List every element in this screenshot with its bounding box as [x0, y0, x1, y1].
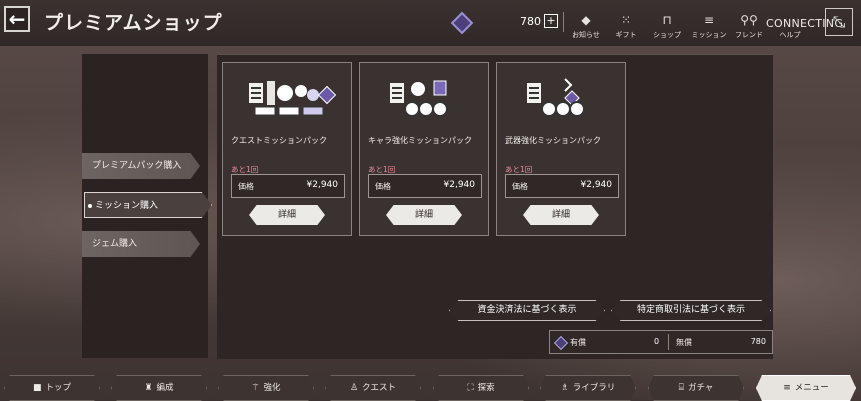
product-name: 武器強化ミッションパック [505, 136, 601, 145]
nav-help-label: ヘルプ [779, 31, 801, 39]
quest-icon: ♙ [349, 383, 359, 393]
quest-pack-image [249, 81, 337, 116]
bottom-nav-quest[interactable]: ♙ クエスト [325, 375, 421, 401]
friend-icon: ⚲⚲ [740, 13, 758, 27]
details-button[interactable]: 詳細 [386, 205, 462, 225]
price-label: 価格 [375, 182, 391, 191]
bottom-nav: ■ トップ ♜ 編成 ⚚ 強化 ♙ クエスト ⛶ 探索 ♗ ライブラリ ⌸ ガチャ ≡ メニュー [0, 371, 861, 401]
gacha-icon: ⌸ [678, 383, 684, 393]
bottom-nav-explore[interactable]: ⛶ 探索 [433, 375, 529, 401]
mission-icon: ≡ [703, 13, 715, 27]
price-value: ¥2,940 [306, 180, 339, 190]
home-icon: ■ [32, 383, 42, 393]
paid-label: 有償 [570, 338, 586, 347]
price-label: 価格 [512, 182, 528, 191]
nav-gift-label: ギフト [615, 31, 637, 39]
bottom-nav-label: 探索 [477, 383, 495, 393]
bottom-nav-label: トップ [45, 383, 72, 393]
gem-icon [553, 335, 569, 351]
bottom-nav-label: メニュー [794, 383, 829, 393]
menu-icon: ≡ [783, 383, 791, 393]
free-label: 無償 [676, 338, 692, 347]
bottom-nav-label: 強化 [263, 383, 281, 393]
nav-mission-label: ミッション [691, 31, 727, 39]
weapon-pack-image [527, 78, 585, 117]
product-card[interactable]: キャラ強化ミッションパック あと1回 価格 ¥2,940 詳細 [359, 62, 489, 236]
gift-icon: ⁙ [620, 13, 632, 27]
arrow-left-icon: ← [8, 7, 26, 31]
bottom-nav-menu[interactable]: ≡ メニュー [756, 375, 856, 401]
explore-icon: ⛶ [467, 383, 474, 393]
formation-icon: ♜ [144, 383, 153, 393]
product-name: クエストミッションパック [231, 136, 327, 145]
add-gems-button[interactable]: + [544, 14, 558, 28]
nav-shop-label: ショップ [653, 31, 681, 39]
bottom-nav-top[interactable]: ■ トップ [4, 375, 100, 401]
nav-friend-label: フレンド [735, 31, 763, 39]
bottom-nav-label: 編成 [156, 383, 174, 393]
top-bar: ← プレミアムショップ 780 + ◆ お知らせ ⁙ ギフト ⊓ ショップ ≡ … [0, 0, 861, 46]
product-card[interactable]: 武器強化ミッションパック あと1回 価格 ¥2,940 詳細 [496, 62, 626, 236]
gem-balance: 有償 0 無償 780 [549, 330, 773, 354]
nav-mission[interactable]: ≡ ミッション [689, 14, 729, 40]
details-button[interactable]: 詳細 [249, 205, 325, 225]
bottom-nav-formation[interactable]: ♜ 編成 [111, 375, 207, 401]
page-title: プレミアムショップ [44, 12, 223, 34]
bottom-nav-label: クエスト [362, 383, 397, 393]
tab-premium-pack[interactable]: プレミアムパック購入 [82, 153, 200, 179]
upgrade-icon: ⚚ [251, 383, 260, 393]
library-icon: ♗ [560, 383, 569, 393]
price-box: 価格 ¥2,940 [368, 174, 482, 198]
product-name: キャラ強化ミッションパック [368, 136, 472, 145]
bottom-nav-upgrade[interactable]: ⚚ 強化 [218, 375, 314, 401]
bottom-nav-label: ガチャ [687, 383, 714, 393]
bottom-nav-gacha[interactable]: ⌸ ガチャ [648, 375, 744, 401]
price-label: 価格 [238, 182, 254, 191]
character-pack-image [390, 80, 448, 117]
nav-friend[interactable]: ⚲⚲ フレンド [729, 14, 769, 40]
details-button[interactable]: 詳細 [523, 205, 599, 225]
commercial-transactions-act-button[interactable]: 特定商取引法に基づく表示 [611, 300, 771, 321]
gem-count: 780 [520, 15, 541, 28]
divider [563, 12, 564, 32]
funds-settlement-act-button[interactable]: 資金決済法に基づく表示 [449, 300, 605, 321]
free-value: 780 [750, 337, 766, 346]
price-value: ¥2,940 [580, 180, 613, 190]
bell-icon: ◆ [581, 13, 591, 27]
gem-icon [450, 11, 474, 35]
tab-gem[interactable]: ジェム購入 [82, 231, 200, 257]
paid-value: 0 [654, 337, 660, 346]
expand-icon: ⤡ [832, 12, 846, 31]
price-box: 価格 ¥2,940 [231, 174, 345, 198]
back-button[interactable]: ← [4, 6, 30, 32]
shop-icon: ⊓ [662, 13, 672, 27]
fullscreen-button[interactable]: ⤡ [825, 8, 853, 36]
nav-news-label: お知らせ [572, 31, 600, 39]
bottom-nav-library[interactable]: ♗ ライブラリ [540, 375, 636, 401]
bottom-nav-label: ライブラリ [572, 383, 616, 393]
divider [668, 334, 669, 350]
product-card[interactable]: クエストミッションパック あと1回 価格 ¥2,940 詳細 [222, 62, 352, 236]
nav-news[interactable]: ◆ お知らせ [566, 14, 606, 40]
price-box: 価格 ¥2,940 [505, 174, 619, 198]
tab-mission[interactable]: ミッション購入 [84, 192, 212, 218]
price-value: ¥2,940 [443, 180, 476, 190]
nav-shop[interactable]: ⊓ ショップ [647, 14, 687, 40]
nav-gift[interactable]: ⁙ ギフト [606, 14, 646, 40]
